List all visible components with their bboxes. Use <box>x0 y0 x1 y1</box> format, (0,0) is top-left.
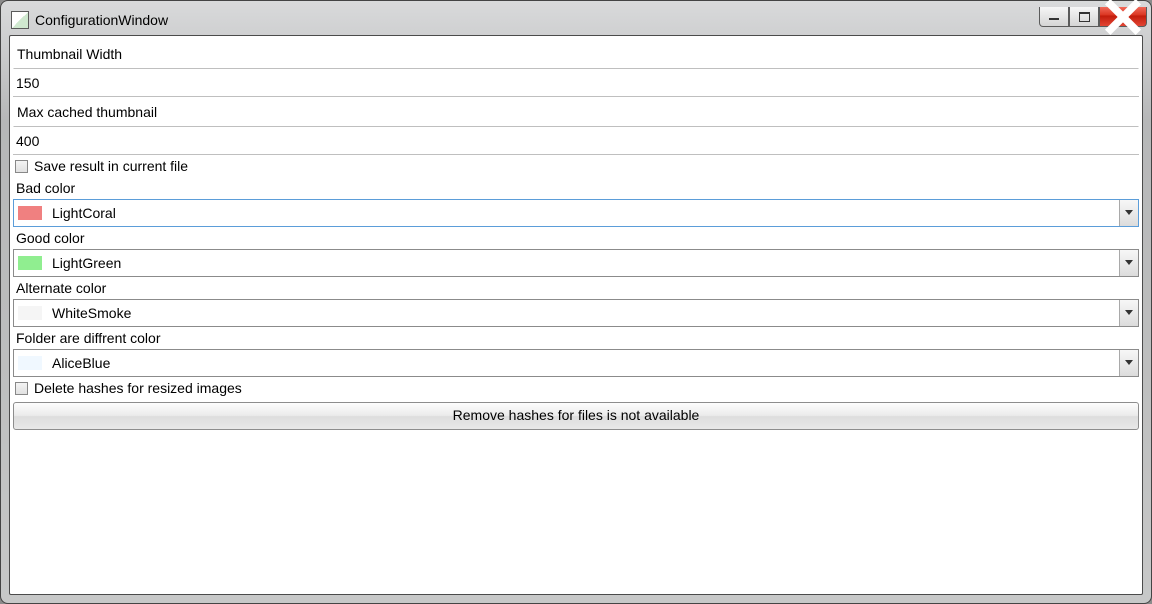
alternate-color-swatch <box>18 306 42 320</box>
folder-color-value: AliceBlue <box>48 350 1119 376</box>
window-frame: ConfigurationWindow Thumbnail Width Max … <box>0 0 1152 604</box>
bad-color-swatch <box>18 206 42 220</box>
alternate-color-value: WhiteSmoke <box>48 300 1119 326</box>
thumb-width-input[interactable] <box>13 69 1139 97</box>
thumb-width-row <box>13 69 1139 97</box>
good-color-label: Good color <box>13 227 1139 249</box>
window-buttons <box>1039 7 1147 27</box>
max-cached-label: Max cached thumbnail <box>13 97 1139 127</box>
minimize-button[interactable] <box>1039 7 1069 27</box>
good-color-drop[interactable] <box>1119 250 1138 276</box>
title-left: ConfigurationWindow <box>11 11 168 29</box>
folder-color-drop[interactable] <box>1119 350 1138 376</box>
save-result-row[interactable]: Save result in current file <box>13 155 1139 177</box>
alternate-color-combo[interactable]: WhiteSmoke <box>13 299 1139 327</box>
good-color-swatch <box>18 256 42 270</box>
remove-hashes-button[interactable]: Remove hashes for files is not available <box>13 402 1139 430</box>
folder-color-label: Folder are diffrent color <box>13 327 1139 349</box>
chevron-down-icon <box>1125 310 1133 316</box>
window-title: ConfigurationWindow <box>35 12 168 28</box>
title-bar[interactable]: ConfigurationWindow <box>11 9 1143 31</box>
bad-color-combo[interactable]: LightCoral <box>13 199 1139 227</box>
chevron-down-icon <box>1125 360 1133 366</box>
bad-color-label: Bad color <box>13 177 1139 199</box>
thumb-width-label: Thumbnail Width <box>13 39 1139 69</box>
chevron-down-icon <box>1125 210 1133 216</box>
close-icon <box>1100 0 1146 40</box>
max-cached-row <box>13 127 1139 155</box>
save-result-label: Save result in current file <box>34 158 188 174</box>
chevron-down-icon <box>1125 260 1133 266</box>
delete-hashes-row[interactable]: Delete hashes for resized images <box>13 377 1139 399</box>
alternate-color-drop[interactable] <box>1119 300 1138 326</box>
folder-color-combo[interactable]: AliceBlue <box>13 349 1139 377</box>
folder-color-swatch <box>18 356 42 370</box>
bad-color-value: LightCoral <box>48 200 1119 226</box>
client-area: Thumbnail Width Max cached thumbnail Sav… <box>9 35 1143 595</box>
max-cached-input[interactable] <box>13 127 1139 155</box>
app-icon <box>11 11 29 29</box>
bad-color-drop[interactable] <box>1119 200 1138 226</box>
close-button[interactable] <box>1099 7 1147 27</box>
alternate-color-label: Alternate color <box>13 277 1139 299</box>
good-color-value: LightGreen <box>48 250 1119 276</box>
maximize-button[interactable] <box>1069 7 1099 27</box>
delete-hashes-checkbox[interactable] <box>15 382 28 395</box>
delete-hashes-label: Delete hashes for resized images <box>34 380 242 396</box>
good-color-combo[interactable]: LightGreen <box>13 249 1139 277</box>
save-result-checkbox[interactable] <box>15 160 28 173</box>
